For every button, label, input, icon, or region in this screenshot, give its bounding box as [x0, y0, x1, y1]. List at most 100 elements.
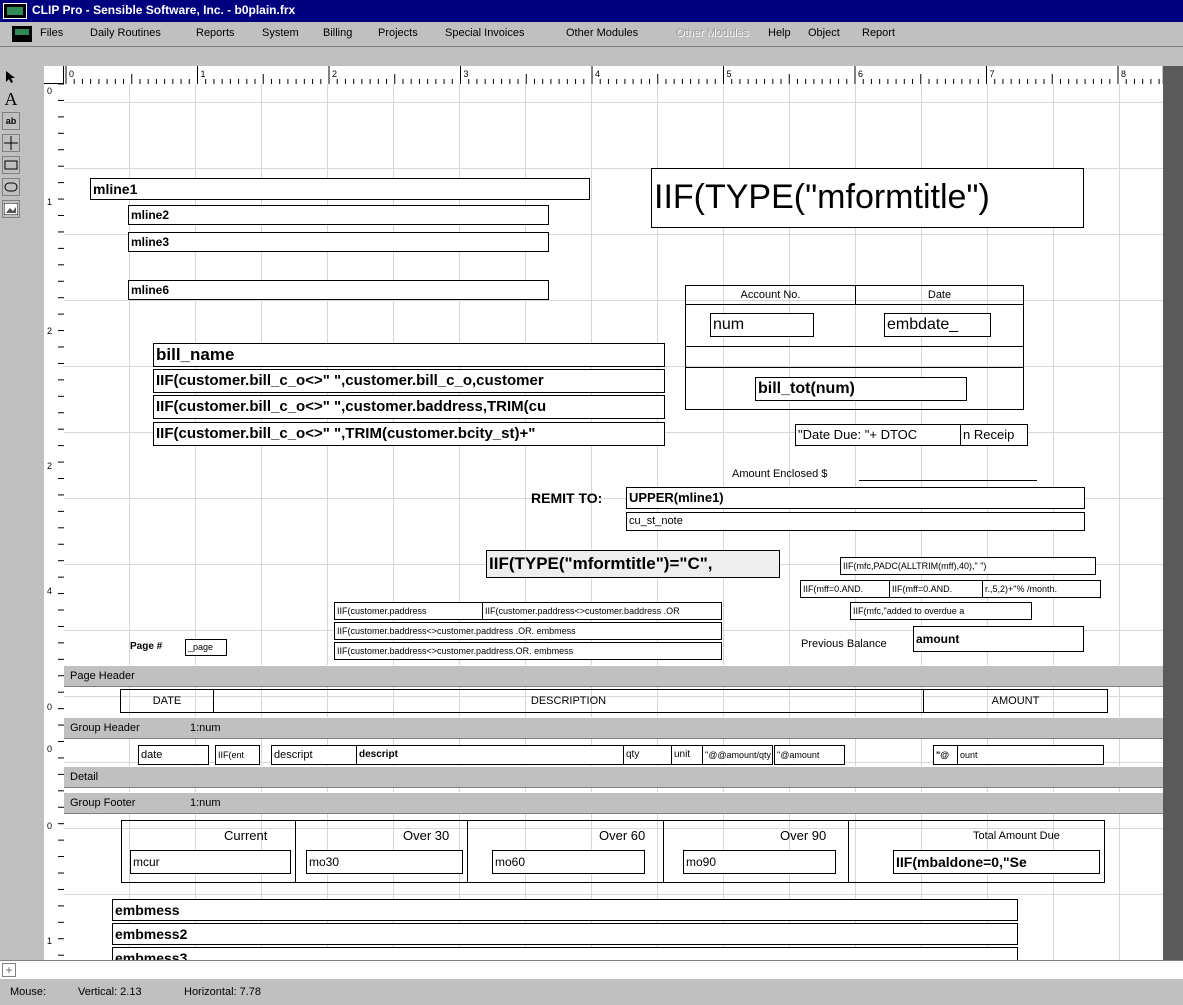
detail-iif[interactable]: IIF(ent — [215, 745, 260, 765]
ruler-label: 1 — [47, 197, 52, 207]
ruler-label: 1 — [201, 69, 206, 79]
field-mfc[interactable]: IIF(mfc,PADC(ALLTRIM(mff),40)," ") — [840, 557, 1096, 575]
field-address-line3[interactable]: IIF(customer.bill_c_o<>" ",TRIM(customer… — [153, 422, 665, 446]
aging-label-over90: Over 90 — [780, 828, 827, 843]
detail-amount-total[interactable]: ount — [957, 745, 1104, 765]
account-label: Account No. — [685, 285, 856, 305]
line-icon[interactable] — [2, 134, 20, 152]
date-label: Date — [855, 285, 1024, 305]
zoom-plus-icon[interactable]: + — [2, 963, 16, 977]
field-address-line1[interactable]: IIF(customer.bill_c_o<>" ",customer.bill… — [153, 369, 665, 393]
field-mfc2[interactable]: IIF(mfc,"added to overdue a — [850, 602, 1032, 620]
field-mo60[interactable]: mo60 — [492, 850, 645, 874]
rectangle-icon[interactable] — [2, 156, 20, 174]
menu-daily-routines[interactable]: Daily Routines — [90, 27, 161, 39]
horizontal-scrollbar[interactable]: + — [0, 960, 1183, 979]
ruler-label: 4 — [47, 586, 52, 596]
field-formtitle[interactable]: IIF(TYPE("mformtitle") — [651, 168, 1084, 228]
amount-enclosed-label: Amount Enclosed $ — [732, 468, 828, 480]
column-date: DATE — [120, 689, 214, 713]
field-customer-paddress2[interactable]: IIF(customer.paddress<>customer.baddress… — [482, 602, 722, 620]
field-icon[interactable]: ab — [2, 112, 20, 130]
detail-amount-bold[interactable]: "@ — [933, 745, 958, 765]
document-icon[interactable] — [12, 26, 32, 42]
page-label: Page # — [130, 641, 163, 652]
field-mff3[interactable]: r.,5,2)+"% /month. — [982, 580, 1101, 598]
field-customer-baddress2[interactable]: IIF(customer.baddress<>customer.paddress… — [334, 642, 722, 660]
field-mcur[interactable]: mcur — [130, 850, 291, 874]
rounded-rectangle-icon[interactable] — [2, 178, 20, 196]
field-mline6[interactable]: mline6 — [128, 280, 549, 300]
field-embmess3[interactable]: embmess3 — [112, 947, 1018, 960]
band-detail[interactable]: Detail — [64, 766, 1163, 788]
field-cu-st-note[interactable]: cu_st_note — [626, 512, 1085, 531]
field-num[interactable]: num — [710, 313, 814, 337]
menu-system[interactable]: System — [262, 27, 299, 39]
window-title: CLIP Pro - Sensible Software, Inc. - b0p… — [32, 3, 296, 17]
field-total-due[interactable]: IIF(mbaldone=0,"Se — [893, 850, 1100, 874]
field-bill-tot[interactable]: bill_tot(num) — [755, 377, 967, 401]
ruler-label: 3 — [464, 69, 469, 79]
field-mff1[interactable]: IIF(mff=0.AND. — [800, 580, 890, 598]
status-bar: Mouse: Vertical: 2.13 Horizontal: 7.78 — [0, 978, 1183, 1005]
detail-qty[interactable]: qty — [623, 745, 672, 765]
menu-billing[interactable]: Billing — [323, 27, 352, 39]
field-customer-baddress1[interactable]: IIF(customer.baddress<>customer.paddress… — [334, 622, 722, 640]
field-mff2[interactable]: IIF(mff=0.AND. — [889, 580, 983, 598]
menu-special-invoices[interactable]: Special Invoices — [445, 27, 525, 39]
field-date-due[interactable]: "Date Due: "+ DTOC — [795, 424, 962, 446]
band-label: Detail — [70, 771, 99, 783]
menu-files[interactable]: Files — [40, 27, 63, 39]
amount-enclosed-line — [859, 480, 1037, 481]
ruler-label: 6 — [858, 69, 863, 79]
detail-descript-bold[interactable]: descript — [356, 745, 624, 765]
band-label: Group Footer — [70, 797, 136, 809]
field-mline1[interactable]: mline1 — [90, 178, 590, 200]
field-remit-to[interactable]: UPPER(mline1) — [626, 487, 1085, 509]
band-page-header[interactable]: Page Header — [64, 665, 1163, 687]
menu-help[interactable]: Help — [768, 27, 791, 39]
menu-projects[interactable]: Projects — [378, 27, 418, 39]
field-mline3[interactable]: mline3 — [128, 232, 549, 252]
band-group-header[interactable]: Group Header 1:num — [64, 717, 1163, 739]
menu-other-modules[interactable]: Other Modules — [566, 27, 638, 39]
report-canvas[interactable]: mline1 mline2 mline3 mline6 IIF(TYPE("mf… — [64, 84, 1163, 960]
vertical-ruler: 0 1 2 2 4 0 0 0 1 — [44, 84, 65, 960]
field-customer-paddress1[interactable]: IIF(customer.paddress — [334, 602, 483, 620]
pointer-icon[interactable] — [2, 68, 20, 86]
field-embdate[interactable]: embdate_ — [884, 313, 991, 337]
detail-descript[interactable]: descript — [271, 745, 357, 765]
detail-amount[interactable]: "@amount — [774, 745, 845, 765]
ruler-label: 1 — [47, 936, 52, 946]
detail-date[interactable]: date — [138, 745, 209, 765]
band-group-footer[interactable]: Group Footer 1:num — [64, 792, 1163, 814]
field-mo90[interactable]: mo90 — [683, 850, 836, 874]
field-mline2[interactable]: mline2 — [128, 205, 549, 225]
field-receipt[interactable]: n Receip — [960, 424, 1028, 446]
field-embmess[interactable]: embmess — [112, 899, 1018, 921]
detail-unit[interactable]: unit — [671, 745, 703, 765]
field-page[interactable]: _page — [185, 639, 227, 656]
vertical-scrollbar[interactable] — [1163, 66, 1183, 960]
text-icon[interactable]: A — [2, 89, 20, 109]
menu-other-modules-disabled: Other Modules — [676, 27, 749, 39]
field-formtitle-c[interactable]: IIF(TYPE("mformtitle")="C", — [486, 550, 780, 578]
field-bill-name[interactable]: bill_name — [153, 343, 665, 367]
band-label: Page Header — [70, 670, 135, 682]
menu-object[interactable]: Object — [808, 27, 840, 39]
field-mo30[interactable]: mo30 — [306, 850, 463, 874]
status-horizontal: Horizontal: 7.78 — [184, 986, 262, 998]
ruler-label: 8 — [1121, 69, 1126, 79]
picture-icon[interactable] — [2, 200, 20, 218]
ruler-label: 0 — [47, 744, 52, 754]
detail-amount-qty[interactable]: "@@amount/qty — [702, 745, 773, 765]
horizontal-ruler: 0 1 2 3 4 5 6 7 8 — [44, 66, 1162, 85]
field-address-line2[interactable]: IIF(customer.bill_c_o<>" ",customer.badd… — [153, 395, 665, 419]
previous-balance-label: Previous Balance — [801, 638, 887, 650]
menu-report[interactable]: Report — [862, 27, 895, 39]
field-embmess2[interactable]: embmess2 — [112, 923, 1018, 945]
ruler-label: 5 — [727, 69, 732, 79]
aging-label-current: Current — [224, 828, 268, 843]
field-amount[interactable]: amount — [913, 626, 1084, 652]
menu-reports[interactable]: Reports — [196, 27, 235, 39]
